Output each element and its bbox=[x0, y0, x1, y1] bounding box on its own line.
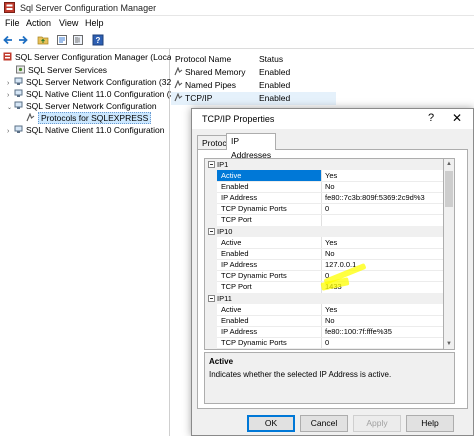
tree-item-network-config-32bit[interactable]: › SQL Server Network Configuration (32bi… bbox=[7, 76, 183, 88]
help-icon[interactable]: ? bbox=[92, 34, 104, 46]
prop-value[interactable]: No bbox=[325, 248, 335, 259]
menu-bar: File Action View Help bbox=[0, 16, 474, 31]
column-header-protocol-name[interactable]: Protocol Name bbox=[175, 54, 231, 64]
scrollbar-thumb[interactable] bbox=[445, 171, 453, 207]
prop-value[interactable]: Yes bbox=[325, 304, 337, 315]
dialog-titlebar: TCP/IP Properties ? ✕ bbox=[192, 109, 473, 129]
help-button[interactable]: Help bbox=[406, 415, 454, 432]
prop-value[interactable]: Yes bbox=[325, 170, 337, 181]
menu-view[interactable]: View bbox=[59, 18, 78, 28]
list-item[interactable]: TCP/IP Enabled bbox=[171, 92, 336, 105]
column-header-status[interactable]: Status bbox=[259, 54, 283, 64]
prop-key[interactable]: TCP Port bbox=[221, 214, 252, 225]
sql-config-manager-icon bbox=[4, 2, 15, 13]
section-ip11[interactable]: IP11 bbox=[205, 293, 443, 304]
prop-value[interactable]: fe80::7c3b:809f:5369:2c9d%3 bbox=[325, 192, 443, 203]
prop-value[interactable]: 0 bbox=[325, 337, 329, 348]
chevron-down-icon[interactable]: ⌄ bbox=[7, 102, 14, 114]
up-folder-icon[interactable] bbox=[37, 34, 49, 46]
collapse-icon[interactable] bbox=[208, 161, 215, 168]
prop-value[interactable]: fe80::100:7f:fffe%35 bbox=[325, 326, 392, 337]
tcpip-properties-dialog: TCP/IP Properties ? ✕ Protocol IP Addres… bbox=[191, 108, 474, 436]
back-arrow-icon[interactable] bbox=[2, 34, 14, 46]
prop-key[interactable]: Enabled bbox=[221, 315, 249, 326]
tree-item-network-config[interactable]: ⌄ SQL Server Network Configuration bbox=[7, 100, 157, 112]
tree-item-protocols-sqlexpress[interactable]: Protocols for SQLEXPRESS bbox=[26, 112, 152, 124]
ok-button[interactable]: OK bbox=[247, 415, 295, 432]
cancel-button[interactable]: Cancel bbox=[300, 415, 348, 432]
apply-button[interactable]: Apply bbox=[353, 415, 401, 432]
menu-file[interactable]: File bbox=[5, 18, 20, 28]
network-config-icon bbox=[14, 101, 23, 109]
prop-key[interactable]: TCP Dynamic Ports bbox=[221, 337, 287, 348]
svg-text:?: ? bbox=[96, 36, 101, 45]
menu-help[interactable]: Help bbox=[85, 18, 104, 28]
list-item[interactable]: Shared Memory Enabled bbox=[171, 66, 336, 79]
prop-key[interactable]: Active bbox=[221, 170, 241, 181]
dialog-title: TCP/IP Properties bbox=[202, 114, 275, 124]
chevron-right-icon[interactable]: › bbox=[7, 126, 14, 138]
prop-key[interactable]: Enabled bbox=[221, 181, 249, 192]
description-pane: Active Indicates whether the selected IP… bbox=[204, 352, 455, 404]
forward-arrow-icon[interactable] bbox=[17, 34, 29, 46]
prop-key[interactable]: IP Address bbox=[221, 192, 257, 203]
native-client-icon bbox=[14, 89, 23, 97]
prop-value[interactable]: No bbox=[325, 315, 335, 326]
tree-item-native-client[interactable]: › SQL Native Client 11.0 Configuration bbox=[7, 124, 164, 136]
protocol-icon bbox=[174, 80, 183, 89]
prop-key[interactable]: TCP Dynamic Ports bbox=[221, 203, 287, 214]
protocol-icon bbox=[174, 93, 183, 102]
prop-value[interactable]: 0 bbox=[325, 203, 329, 214]
scroll-down-icon[interactable]: ▼ bbox=[444, 339, 454, 349]
prop-key[interactable]: IP Address bbox=[221, 326, 257, 337]
prop-key[interactable]: IP Address bbox=[221, 259, 257, 270]
prop-key[interactable]: Active bbox=[221, 304, 241, 315]
prop-value[interactable]: No bbox=[325, 181, 335, 192]
tree-item-native-client-32bit[interactable]: › SQL Native Client 11.0 Configuration (… bbox=[7, 88, 184, 100]
prop-key[interactable]: TCP Port bbox=[221, 281, 252, 292]
collapse-icon[interactable] bbox=[208, 295, 215, 302]
tab-ip-addresses[interactable]: IP Addresses bbox=[226, 133, 277, 160]
prop-key[interactable]: TCP Dynamic Ports bbox=[221, 270, 287, 281]
protocols-icon bbox=[26, 113, 35, 122]
window-titlebar: Sql Server Configuration Manager bbox=[0, 0, 474, 16]
prop-key[interactable]: TCP Port bbox=[221, 348, 252, 349]
help-icon[interactable]: ? bbox=[428, 112, 434, 124]
native-client-icon bbox=[14, 125, 23, 133]
console-tree: SQL Server Configuration Manager (Local)… bbox=[0, 49, 184, 436]
description-heading: Active bbox=[209, 357, 234, 366]
collapse-icon[interactable] bbox=[208, 228, 215, 235]
sql-config-node-icon bbox=[3, 52, 12, 61]
toolbar: ? bbox=[0, 31, 474, 49]
protocol-icon bbox=[174, 67, 183, 76]
ip-addresses-panel: IP1 Active Yes Enabled No IP Address fe8… bbox=[197, 149, 468, 409]
network-config-icon bbox=[14, 77, 23, 85]
export-list-icon[interactable] bbox=[72, 34, 84, 46]
description-text: Indicates whether the selected IP Addres… bbox=[209, 370, 392, 379]
tree-item-sql-server-services[interactable]: SQL Server Services bbox=[16, 64, 107, 76]
property-grid-scrollbar[interactable]: ▲ ▼ bbox=[444, 158, 455, 350]
tree-root[interactable]: SQL Server Configuration Manager (Local) bbox=[3, 51, 176, 63]
services-icon bbox=[16, 65, 25, 74]
prop-key[interactable]: Active bbox=[221, 237, 241, 248]
close-icon[interactable]: ✕ bbox=[452, 111, 462, 125]
window-title: Sql Server Configuration Manager bbox=[20, 3, 157, 13]
scroll-up-icon[interactable]: ▲ bbox=[444, 159, 454, 169]
list-item[interactable]: Named Pipes Enabled bbox=[171, 79, 336, 92]
menu-action[interactable]: Action bbox=[26, 18, 51, 28]
properties-icon[interactable] bbox=[56, 34, 68, 46]
property-grid: IP1 Active Yes Enabled No IP Address fe8… bbox=[204, 158, 444, 350]
prop-value[interactable]: Yes bbox=[325, 237, 337, 248]
section-ip10[interactable]: IP10 bbox=[205, 226, 443, 237]
prop-key[interactable]: Enabled bbox=[221, 248, 249, 259]
